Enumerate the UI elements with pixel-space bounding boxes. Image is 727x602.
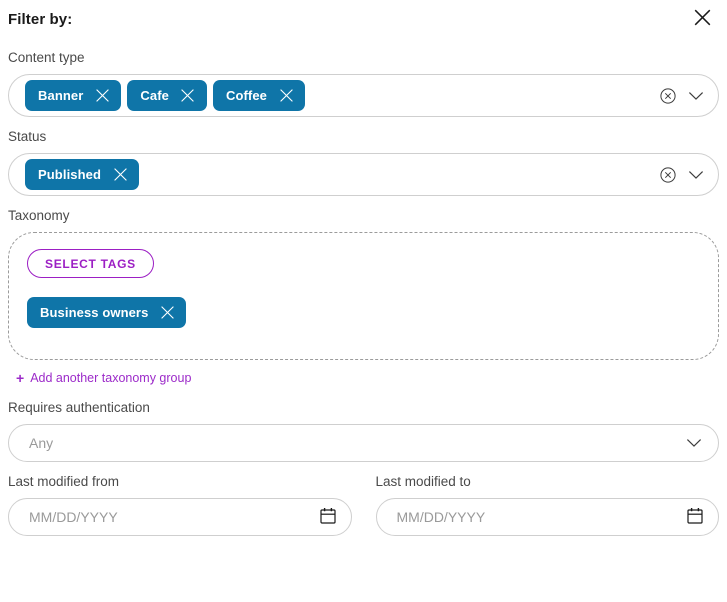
close-panel-button[interactable] (687, 2, 717, 32)
taxonomy-field: Taxonomy SELECT TAGS Business owners + A… (8, 207, 719, 388)
chevron-down-icon[interactable] (686, 438, 702, 448)
requires-authentication-value: Any (29, 435, 54, 451)
circle-x-icon (660, 87, 676, 104)
calendar-icon (319, 507, 336, 527)
status-field: Status Published (8, 128, 719, 196)
chip-remove-icon[interactable] (278, 88, 294, 104)
requires-authentication-select[interactable]: Any (8, 424, 719, 462)
chip[interactable]: Published (25, 159, 140, 190)
chip-remove-icon[interactable] (112, 167, 128, 183)
status-multiselect[interactable]: Published (8, 153, 719, 196)
last-modified-to-label: Last modified to (375, 474, 471, 489)
clear-all-button[interactable] (660, 87, 676, 104)
expand-dropdown-button[interactable] (688, 170, 704, 180)
clear-all-button[interactable] (660, 166, 676, 183)
requires-authentication-label: Requires authentication (8, 400, 150, 415)
chip[interactable]: Business owners (27, 297, 187, 328)
chip-remove-icon[interactable] (159, 305, 175, 321)
chip-label: Business owners (40, 305, 149, 320)
chevron-down-icon (688, 91, 704, 101)
chip[interactable]: Cafe (127, 80, 207, 111)
taxonomy-chip-row: Business owners (27, 297, 700, 328)
last-modified-to-field: Last modified to (375, 473, 719, 536)
chevron-down-icon (688, 170, 704, 180)
close-icon (693, 8, 712, 27)
chip[interactable]: Banner (25, 80, 122, 111)
filter-panel: Filter by: Content type Banner Cafe Coff… (0, 0, 727, 602)
expand-dropdown-button[interactable] (688, 91, 704, 101)
chip-label: Coffee (225, 88, 268, 103)
last-modified-from-input[interactable] (29, 509, 307, 525)
content-type-actions (660, 87, 704, 104)
chip-remove-icon[interactable] (94, 88, 110, 104)
status-actions (660, 166, 704, 183)
circle-x-icon (660, 166, 676, 183)
chip[interactable]: Coffee (212, 80, 306, 111)
last-modified-to-input[interactable] (396, 509, 674, 525)
chip-label: Banner (38, 88, 84, 103)
chip-remove-icon[interactable] (180, 88, 196, 104)
select-tags-button[interactable]: SELECT TAGS (27, 249, 154, 278)
last-modified-from-label: Last modified from (8, 474, 120, 489)
open-calendar-button[interactable] (687, 507, 703, 527)
chip-label: Cafe (140, 88, 169, 103)
last-modified-to-control[interactable] (375, 498, 719, 536)
requires-authentication-field: Requires authentication Any (8, 399, 719, 462)
open-calendar-button[interactable] (319, 507, 336, 527)
calendar-icon (687, 507, 703, 527)
taxonomy-group-box: SELECT TAGS Business owners (8, 232, 719, 360)
last-modified-from-field: Last modified from (8, 473, 352, 536)
add-taxonomy-group-link[interactable]: + Add another taxonomy group (16, 370, 191, 386)
add-taxonomy-group-label: Add another taxonomy group (30, 371, 192, 385)
last-modified-from-control[interactable] (8, 498, 352, 536)
filter-panel-header: Filter by: (8, 0, 719, 38)
chip-label: Published (38, 167, 102, 182)
content-type-multiselect[interactable]: Banner Cafe Coffee (8, 74, 719, 117)
taxonomy-label: Taxonomy (8, 208, 70, 223)
plus-icon: + (16, 370, 25, 386)
last-modified-row: Last modified from Last modified to (8, 473, 719, 536)
content-type-field: Content type Banner Cafe Coffee (8, 49, 719, 117)
page-title: Filter by: (8, 10, 73, 28)
content-type-label: Content type (8, 50, 85, 65)
status-label: Status (8, 129, 47, 144)
